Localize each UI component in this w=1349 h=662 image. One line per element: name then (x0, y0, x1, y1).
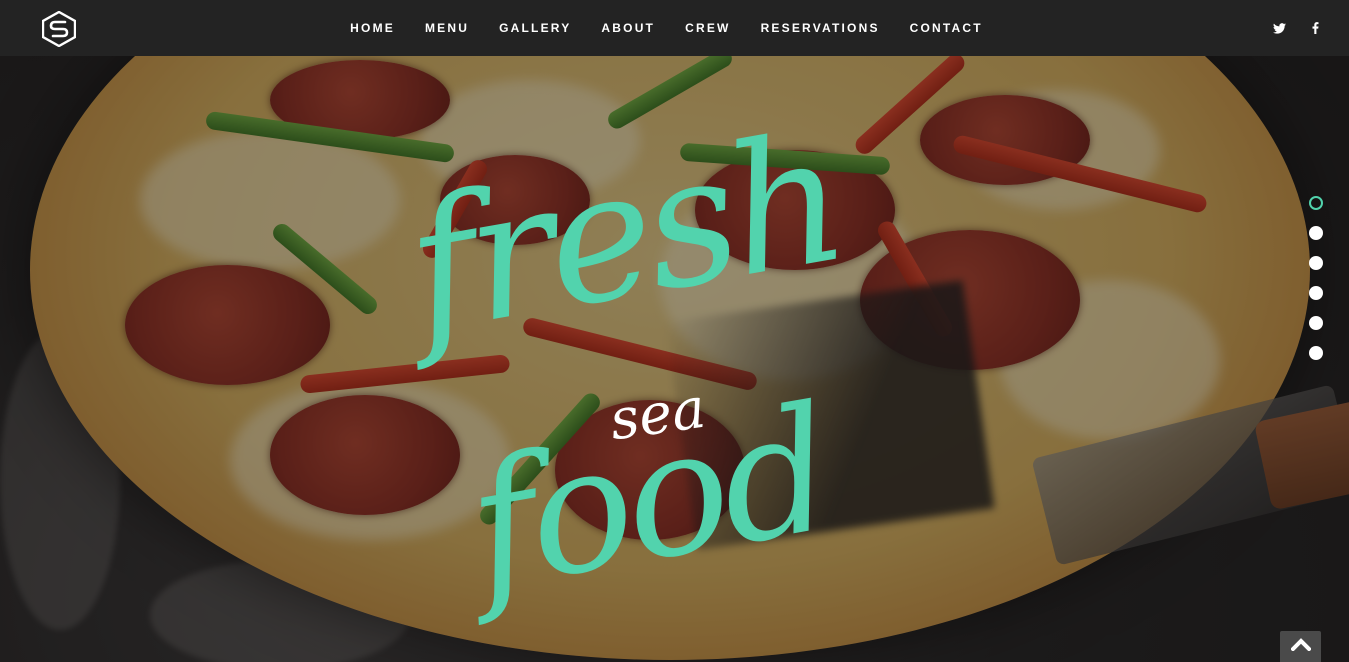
nav-gallery[interactable]: GALLERY (484, 21, 586, 35)
facebook-icon[interactable] (1312, 22, 1319, 34)
social-links (1273, 0, 1319, 56)
chevron-up-icon (1289, 637, 1312, 656)
navbar: HOME MENU GALLERY ABOUT CREW RESERVATION… (0, 0, 1349, 56)
nav-reservations[interactable]: RESERVATIONS (746, 21, 895, 35)
slide-dot-6[interactable] (1309, 346, 1323, 360)
nav-home[interactable]: HOME (335, 21, 410, 35)
twitter-icon[interactable] (1273, 22, 1286, 34)
hero-background (0, 0, 1349, 662)
slide-pager (1309, 196, 1323, 360)
slide-dot-4[interactable] (1309, 286, 1323, 300)
dark-overlay (0, 0, 1349, 662)
slide-dot-1[interactable] (1309, 196, 1323, 210)
nav-menu[interactable]: MENU (410, 21, 484, 35)
back-to-top-button[interactable] (1280, 631, 1321, 662)
main-nav: HOME MENU GALLERY ABOUT CREW RESERVATION… (0, 0, 1349, 56)
slide-dot-3[interactable] (1309, 256, 1323, 270)
nav-about[interactable]: ABOUT (586, 21, 670, 35)
nav-crew[interactable]: CREW (670, 21, 745, 35)
nav-contact[interactable]: CONTACT (895, 21, 998, 35)
slide-dot-2[interactable] (1309, 226, 1323, 240)
slide-dot-5[interactable] (1309, 316, 1323, 330)
